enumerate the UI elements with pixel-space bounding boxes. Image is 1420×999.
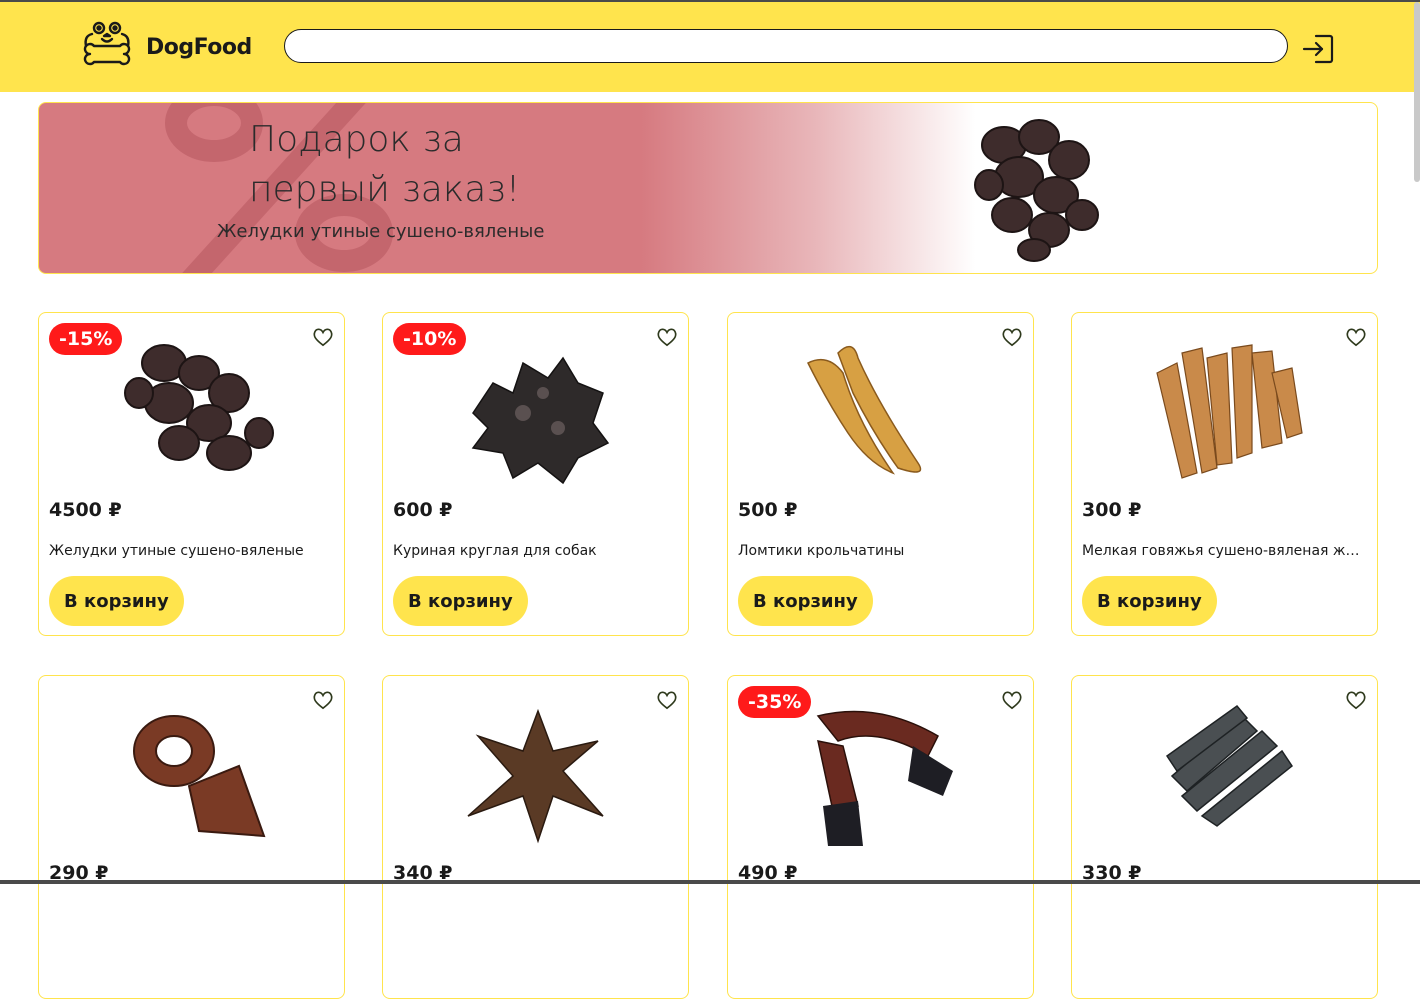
favorite-heart-icon[interactable] [1001,327,1023,347]
product-image [133,715,266,838]
product-name[interactable]: Мелкая говяжья сушено-вяленая жил... [1082,543,1367,559]
product-image [816,710,953,846]
product-card[interactable]: 330 ₽ [1071,675,1378,999]
favorite-heart-icon[interactable] [312,690,334,710]
favorite-heart-icon[interactable] [656,327,678,347]
add-to-cart-button[interactable]: В корзину [738,576,873,626]
product-image [467,708,604,844]
favorite-heart-icon[interactable] [312,327,334,347]
favorite-heart-icon[interactable] [1345,690,1367,710]
logo[interactable]: DogFood [80,20,252,74]
promo-banner[interactable]: Подарок за первый заказ! Желудки утиные … [38,102,1378,274]
dog-logo-icon [83,21,131,66]
product-image [806,345,922,475]
banner-subtitle: Желудки утиные сушено-вяленые [217,221,545,242]
favorite-heart-icon[interactable] [1001,690,1023,710]
product-price: 500 ₽ [738,499,798,521]
logo-text: DogFood [146,34,252,60]
banner-title: Подарок за первый заказ! [249,119,521,210]
search-input[interactable] [284,29,1288,63]
product-card[interactable]: -35% 490 ₽ [727,675,1034,999]
product-image [1165,704,1294,827]
favorite-heart-icon[interactable] [656,690,678,710]
product-card[interactable]: -10% 600 ₽ Куриная круглая для собак В к… [382,312,689,636]
login-icon[interactable] [1300,32,1336,66]
product-name[interactable]: Желудки утиные сушено-вяленые [49,543,334,559]
page-scrollbar[interactable] [1414,2,1420,182]
product-image [124,344,274,471]
product-price: 600 ₽ [393,499,453,521]
favorite-heart-icon[interactable] [1345,327,1367,347]
window-bottom-border [0,880,1420,884]
product-name[interactable]: Куриная круглая для собак [393,543,678,559]
duck-stomachs-image [974,119,1099,262]
add-to-cart-button[interactable]: В корзину [49,576,184,626]
product-card[interactable]: 300 ₽ Мелкая говяжья сушено-вяленая жил.… [1071,312,1378,636]
product-card[interactable]: 500 ₽ Ломтики крольчатины В корзину [727,312,1034,636]
product-card[interactable]: -15% 4500 ₽ Желудки утиные сушено-вялены… [38,312,345,636]
product-name[interactable]: Ломтики крольчатины [738,543,1023,559]
site-header: DogFood [0,2,1420,92]
product-price: 300 ₽ [1082,499,1142,521]
product-card[interactable]: 340 ₽ [382,675,689,999]
add-to-cart-button[interactable]: В корзину [393,576,528,626]
product-image [471,356,610,485]
product-card[interactable]: 290 ₽ [38,675,345,999]
add-to-cart-button[interactable]: В корзину [1082,576,1217,626]
product-price: 4500 ₽ [49,499,122,521]
product-image [1156,344,1303,479]
